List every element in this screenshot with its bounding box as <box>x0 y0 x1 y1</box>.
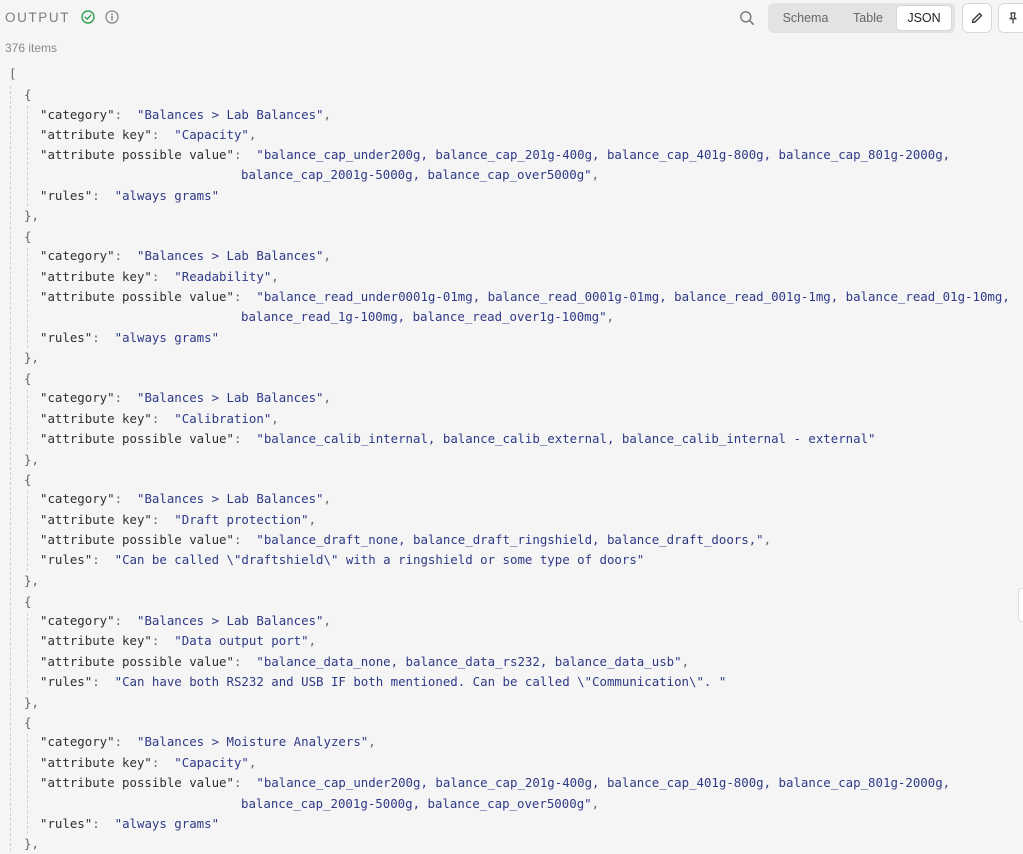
possible-value: "balance_calib_internal, balance_calib_e… <box>256 431 876 446</box>
json-entry: "attribute possible value": "balance_rea… <box>40 289 1010 304</box>
json-entry: "category": "Balances > Moisture Analyze… <box>40 734 376 749</box>
attribute-key-value: "Readability" <box>174 269 272 284</box>
object-open-brace: { <box>24 371 32 386</box>
json-open-bracket: [ <box>9 66 17 81</box>
indent-guide <box>27 613 28 693</box>
possible-value-continued: balance_cap_2001g-5000g, balance_cap_ove… <box>241 167 592 182</box>
json-entry: "attribute possible value": "balance_cal… <box>40 431 876 446</box>
possible-value: "balance_draft_none, balance_draft_rings… <box>256 532 764 547</box>
category-value: "Balances > Lab Balances" <box>137 613 324 628</box>
json-entry: "attribute key": "Capacity", <box>40 755 257 770</box>
indent-guide <box>27 106 28 206</box>
possible-value: "balance_data_none, balance_data_rs232, … <box>256 654 682 669</box>
json-entry: "category": "Balances > Lab Balances", <box>40 390 331 405</box>
object-close-brace: }, <box>24 452 39 467</box>
json-entry: "category": "Balances > Lab Balances", <box>40 107 331 122</box>
object-close-brace: }, <box>24 208 39 223</box>
possible-value: "balance_cap_under200g, balance_cap_201g… <box>256 775 951 790</box>
object-open-brace: { <box>24 87 32 102</box>
indent-guide <box>27 491 28 571</box>
attribute-key-value: "Draft protection" <box>174 512 309 527</box>
json-entry: "category": "Balances > Lab Balances", <box>40 491 331 506</box>
json-entry: "attribute key": "Data output port", <box>40 633 317 648</box>
category-value: "Balances > Lab Balances" <box>137 491 324 506</box>
possible-value: "balance_read_under0001g-01mg, balance_r… <box>256 289 1010 304</box>
object-close-brace: }, <box>24 695 39 710</box>
json-entry: "attribute possible value": "balance_cap… <box>40 775 951 790</box>
json-entry: "rules": "always grams" <box>40 330 220 345</box>
attribute-key-value: "Capacity" <box>174 755 249 770</box>
json-entry: "attribute key": "Draft protection", <box>40 512 317 527</box>
object-open-brace: { <box>24 594 32 609</box>
rules-value: "Can have both RS232 and USB IF both men… <box>114 674 727 689</box>
attribute-key-value: "Calibration" <box>174 411 272 426</box>
json-entry: "attribute possible value": "balance_dat… <box>40 654 690 669</box>
object-open-brace: { <box>24 229 32 244</box>
json-entry: "rules": "Can be called \"draftshield\" … <box>40 552 645 567</box>
json-entry: "attribute possible value": "balance_cap… <box>40 147 951 162</box>
category-value: "Balances > Lab Balances" <box>137 390 324 405</box>
json-entry: "rules": "always grams" <box>40 188 220 203</box>
json-entry: "rules": "always grams" <box>40 816 220 831</box>
attribute-key-value: "Capacity" <box>174 127 249 142</box>
rules-value: "always grams" <box>114 330 220 345</box>
json-entry-continued: balance_cap_2001g-5000g, balance_cap_ove… <box>241 167 600 182</box>
object-open-brace: { <box>24 715 32 730</box>
json-entry: "attribute key": "Capacity", <box>40 127 257 142</box>
object-close-brace: }, <box>24 350 39 365</box>
object-open-brace: { <box>24 472 32 487</box>
indent-guide <box>27 734 28 834</box>
json-entry: "attribute key": "Readability", <box>40 269 279 284</box>
indent-guide <box>10 86 11 851</box>
possible-value: "balance_cap_under200g, balance_cap_201g… <box>256 147 951 162</box>
indent-guide <box>27 248 28 348</box>
json-entry-continued: balance_read_1g-100mg, balance_read_over… <box>241 309 614 324</box>
json-entry: "category": "Balances > Lab Balances", <box>40 613 331 628</box>
possible-value-continued: balance_read_1g-100mg, balance_read_over… <box>241 309 607 324</box>
category-value: "Balances > Moisture Analyzers" <box>137 734 369 749</box>
attribute-key-value: "Data output port" <box>174 633 309 648</box>
rules-value: "Can be called \"draftshield\" with a ri… <box>114 552 645 567</box>
json-viewer: [ { "category": "Balances > Lab Balances… <box>0 0 1023 851</box>
category-value: "Balances > Lab Balances" <box>137 107 324 122</box>
json-entry: "rules": "Can have both RS232 and USB IF… <box>40 674 727 689</box>
object-close-brace: }, <box>24 573 39 588</box>
possible-value-continued: balance_cap_2001g-5000g, balance_cap_ove… <box>241 796 592 811</box>
indent-guide <box>27 390 28 450</box>
rules-value: "always grams" <box>114 188 220 203</box>
json-entry: "attribute possible value": "balance_dra… <box>40 532 772 547</box>
json-entry: "category": "Balances > Lab Balances", <box>40 248 331 263</box>
rules-value: "always grams" <box>114 816 220 831</box>
side-panel-handle[interactable] <box>1018 588 1023 622</box>
object-close-brace: }, <box>24 836 39 851</box>
json-entry-continued: balance_cap_2001g-5000g, balance_cap_ove… <box>241 796 600 811</box>
category-value: "Balances > Lab Balances" <box>137 248 324 263</box>
json-entry: "attribute key": "Calibration", <box>40 411 279 426</box>
